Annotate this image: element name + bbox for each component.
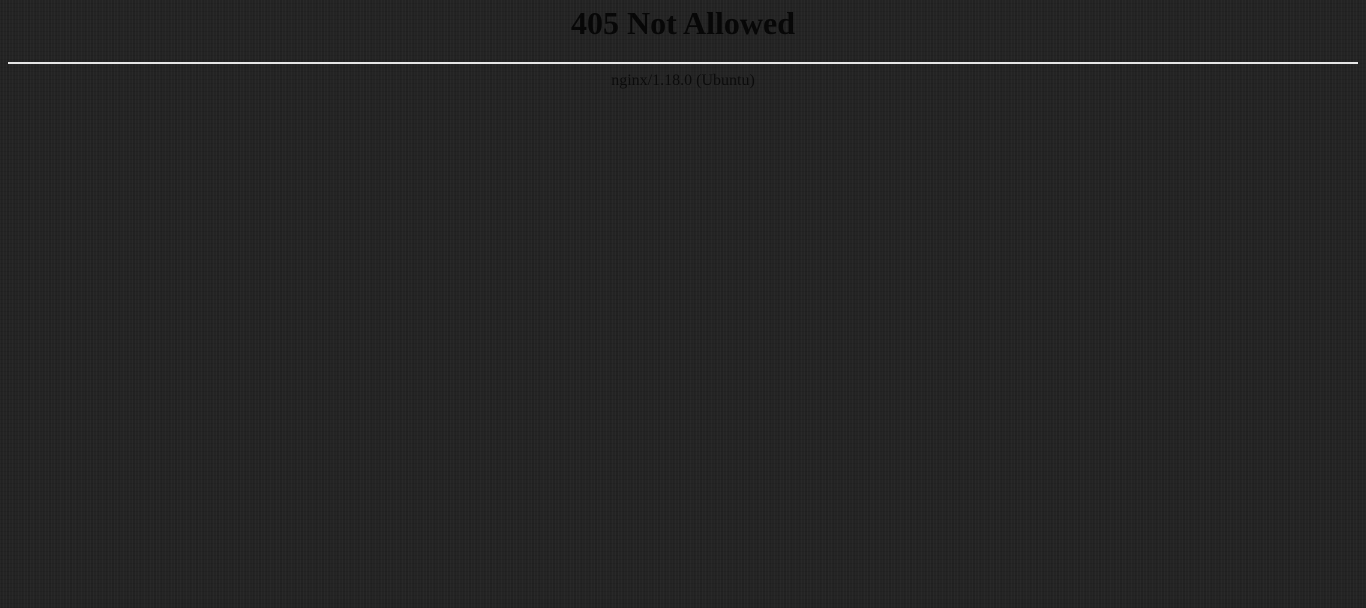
error-page: 405 Not Allowed nginx/1.18.0 (Ubuntu) <box>8 0 1358 90</box>
server-signature: nginx/1.18.0 (Ubuntu) <box>611 72 755 89</box>
page-title: 405 Not Allowed <box>571 5 795 41</box>
divider <box>8 62 1358 64</box>
